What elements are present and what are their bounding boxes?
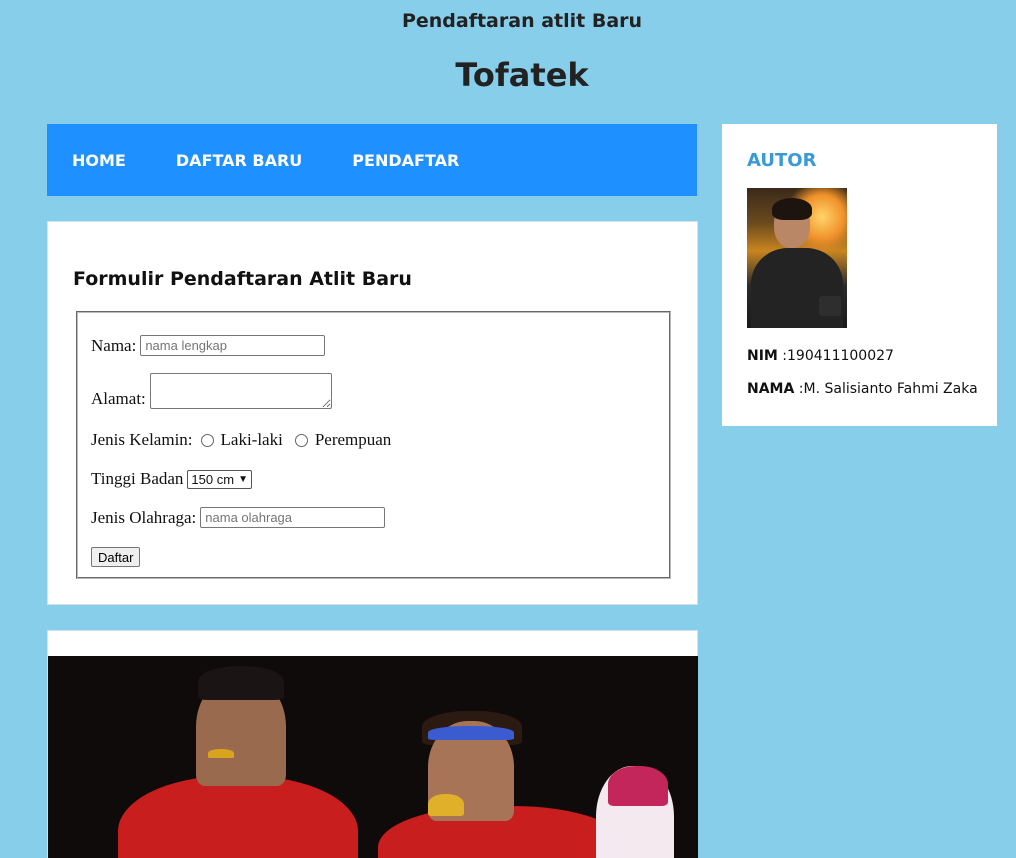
submit-row: Daftar <box>91 547 141 567</box>
photo-sleeve <box>819 296 841 316</box>
navbar: HOME DAFTAR BARU PENDAFTAR <box>47 124 697 196</box>
photo-medal-2 <box>428 794 464 816</box>
nav-daftar-baru-link[interactable]: DAFTAR BARU <box>176 151 302 170</box>
nama-input[interactable] <box>140 335 326 356</box>
page: Pendaftaran atlit Baru Tofatek HOME DAFT… <box>0 0 1016 858</box>
radio-label-perempuan: Perempuan <box>314 430 392 449</box>
jenis-kelamin-label: Jenis Kelamin: <box>91 430 193 449</box>
registration-card: Formulir Pendaftaran Atlit Baru Nama: Al… <box>47 221 698 605</box>
tinggi-badan-select[interactable]: 150 cm ▼ <box>187 469 252 489</box>
photo-athlete-1-hair <box>198 666 284 700</box>
alamat-row: Alamat: <box>91 373 332 409</box>
photo-hair <box>772 198 812 220</box>
nim-value: :190411100027 <box>777 348 894 364</box>
site-subtitle: Pendaftaran atlit Baru <box>401 10 643 32</box>
photo-medal-1 <box>208 749 234 758</box>
radio-laki-laki[interactable] <box>200 433 214 447</box>
jenis-olahraga-row: Jenis Olahraga: <box>91 507 386 528</box>
photo-bouquet <box>608 766 668 806</box>
tinggi-badan-row: Tinggi Badan 150 cm ▼ <box>91 469 252 489</box>
nama-row: Nama: <box>91 335 326 356</box>
site-title: Tofatek <box>455 56 589 94</box>
alamat-label: Alamat: <box>91 389 146 408</box>
photo-athlete-1-body <box>118 776 358 858</box>
photo-card <box>47 630 698 858</box>
jenis-olahraga-input[interactable] <box>200 507 386 528</box>
nav-pendaftar-link[interactable]: PENDAFTAR <box>352 151 459 170</box>
author-nama-label: NAMA <box>747 381 795 397</box>
tinggi-badan-label: Tinggi Badan <box>91 469 184 488</box>
registration-fieldset: Nama: Alamat: Jenis Kelamin: Laki-laki P… <box>76 311 671 579</box>
author-sidebar: AUTOR NIM :190411100027 NAMA :M. Salisia… <box>722 124 997 426</box>
radio-label-laki-laki: Laki-laki <box>220 430 283 449</box>
chevron-down-icon: ▼ <box>238 473 248 485</box>
tinggi-badan-value: 150 cm <box>191 471 235 487</box>
nama-label: Nama: <box>91 335 137 355</box>
author-nama-value: :M. Salisianto Fahmi Zaka <box>794 381 978 397</box>
jenis-olahraga-label: Jenis Olahraga: <box>91 507 197 527</box>
alamat-textarea[interactable] <box>149 373 332 409</box>
nama-line: NAMA :M. Salisianto Fahmi Zaka <box>747 381 978 397</box>
form-heading: Formulir Pendaftaran Atlit Baru <box>73 268 412 290</box>
author-photo <box>747 188 847 328</box>
radio-option-perempuan[interactable]: Perempuan <box>291 430 391 450</box>
autor-heading: AUTOR <box>747 150 817 171</box>
athletes-photo <box>48 656 698 858</box>
radio-perempuan[interactable] <box>294 433 308 447</box>
radio-option-laki-laki[interactable]: Laki-laki <box>197 430 283 450</box>
jenis-kelamin-row: Jenis Kelamin: Laki-laki Perempuan <box>91 430 399 450</box>
photo-body <box>751 248 843 328</box>
nav-home-link[interactable]: HOME <box>72 151 126 170</box>
photo-headband <box>428 726 514 740</box>
daftar-button[interactable]: Daftar <box>91 547 141 567</box>
nim-label: NIM <box>747 348 778 364</box>
nim-line: NIM :190411100027 <box>747 348 894 364</box>
